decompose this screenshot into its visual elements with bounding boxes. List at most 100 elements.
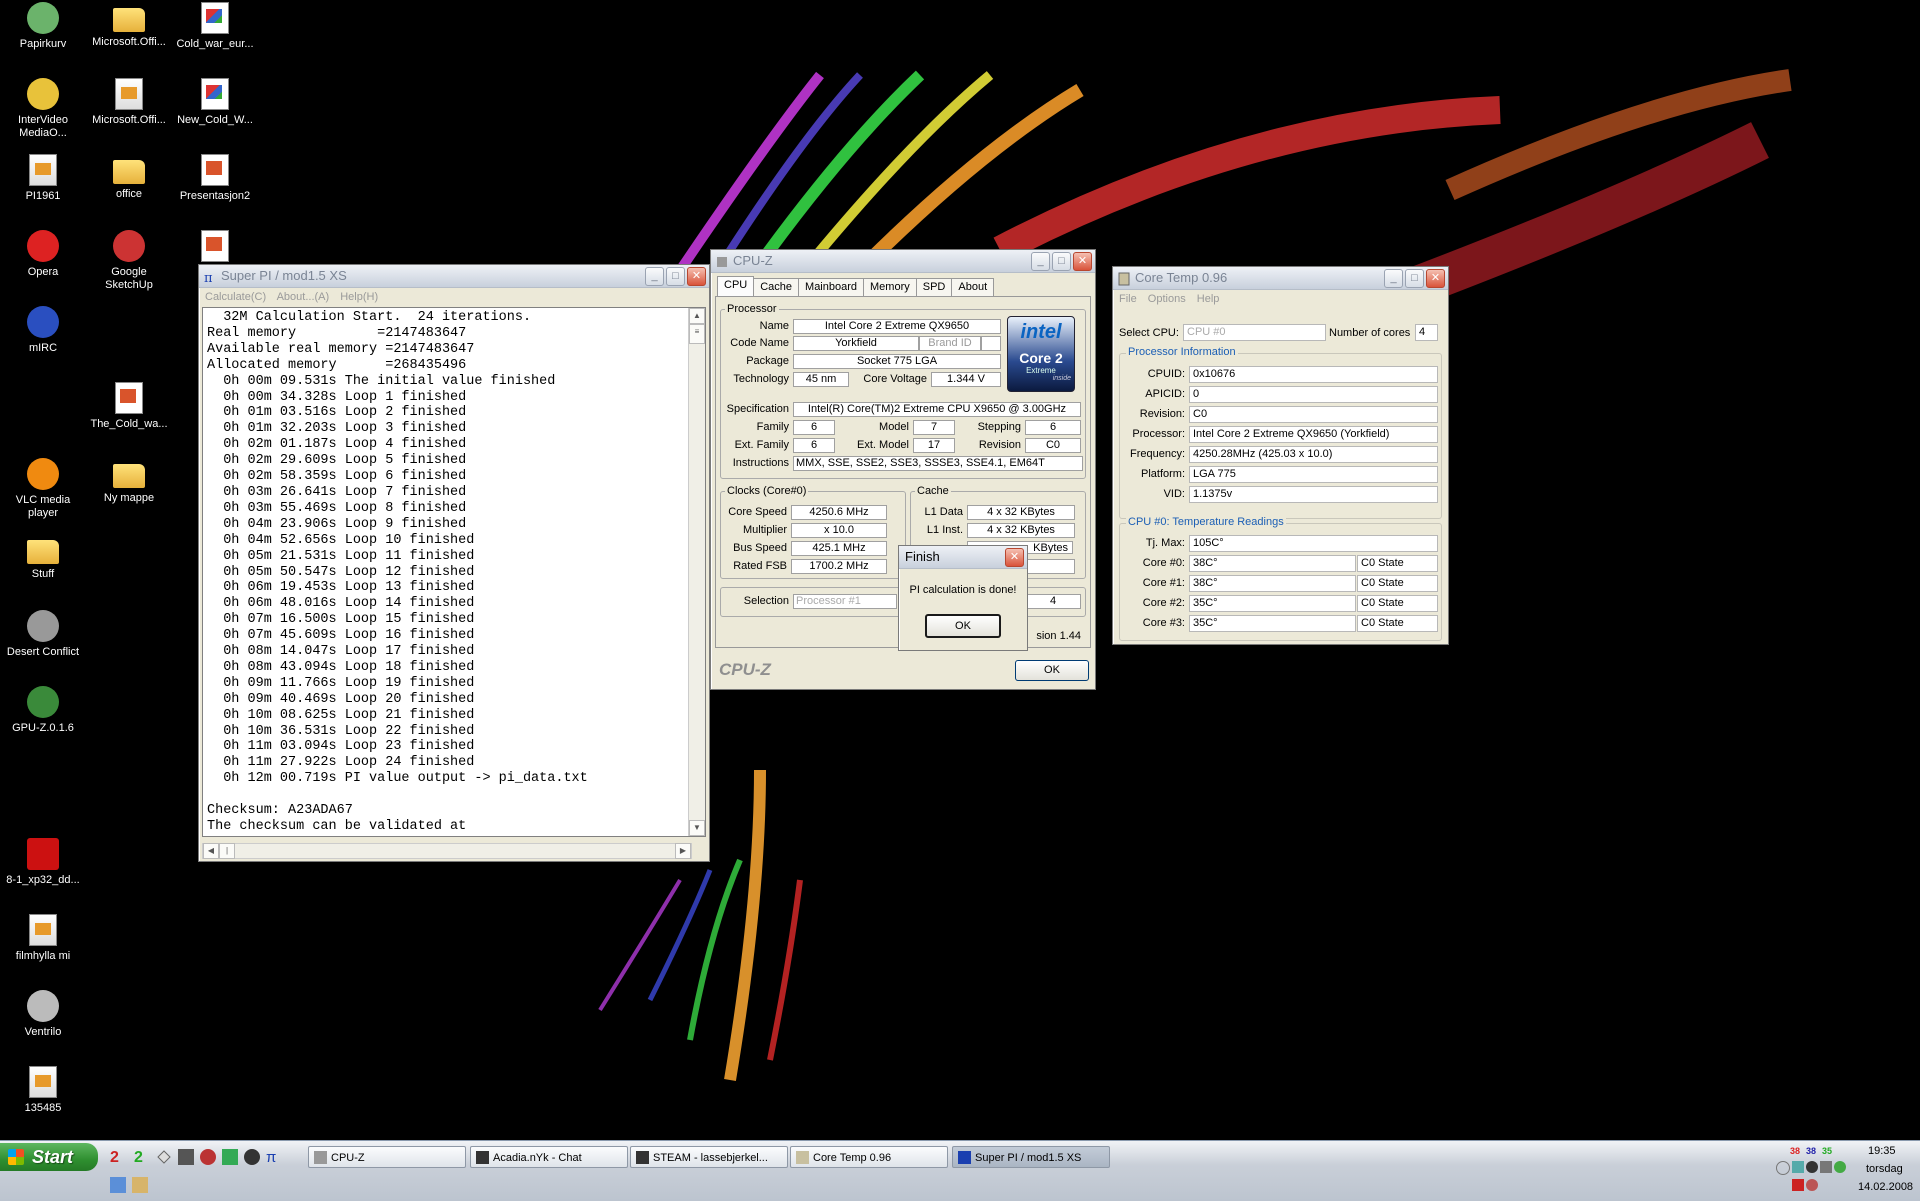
tray-volume-icon[interactable] xyxy=(1820,1161,1832,1173)
core-3-state: C0 State xyxy=(1357,615,1438,632)
taskbar-button[interactable]: Core Temp 0.96 xyxy=(790,1146,948,1168)
selectcpu-dropdown[interactable]: CPU #0 xyxy=(1183,324,1326,341)
minimize-button[interactable]: _ xyxy=(1031,252,1050,271)
name-label: Name xyxy=(759,320,789,332)
quicklaunch-red-icon[interactable] xyxy=(200,1149,216,1165)
superpi-output[interactable]: 32M Calculation Start. 24 iterations. Re… xyxy=(202,307,706,837)
desktop-icon[interactable]: VLC media player xyxy=(0,458,86,520)
tab-cpu[interactable]: CPU xyxy=(717,276,755,296)
tray-antivirus-icon[interactable] xyxy=(1792,1179,1804,1191)
cpuz-titlebar[interactable]: CPU-Z _ □ ✕ xyxy=(711,250,1095,273)
tray-expand-icon[interactable] xyxy=(1776,1161,1790,1175)
superpi-window[interactable]: π Super PI / mod1.5 XS _ □ ✕ Calculate(C… xyxy=(198,264,710,862)
coretemp-window[interactable]: Core Temp 0.96 _ □ ✕ File Options Help S… xyxy=(1112,266,1449,645)
quicklaunch-counter-green-icon[interactable]: 2 xyxy=(134,1149,150,1166)
taskbar-button[interactable]: CPU-Z xyxy=(308,1146,466,1168)
scroll-up-arrow[interactable]: ▲ xyxy=(689,308,705,324)
desktop-icon[interactable]: filmhylla mi xyxy=(0,914,86,963)
desktop-icon[interactable]: The_Cold_wa... xyxy=(86,382,172,431)
selection-dropdown[interactable]: Processor #1 xyxy=(793,594,897,609)
scroll-right-arrow[interactable]: ▶ xyxy=(675,843,691,859)
taskbar-button[interactable]: Super PI / mod1.5 XS xyxy=(952,1146,1110,1168)
scroll-down-arrow[interactable]: ▼ xyxy=(689,820,705,836)
clock-time[interactable]: 19:35 xyxy=(1868,1145,1896,1157)
tray-users-icon[interactable] xyxy=(1834,1161,1846,1173)
desktop-icon[interactable]: PI1961 xyxy=(0,154,86,203)
maximize-button[interactable]: □ xyxy=(666,267,685,286)
ok-button[interactable]: OK xyxy=(1015,660,1089,681)
close-button[interactable]: ✕ xyxy=(1005,548,1024,567)
tab-memory[interactable]: Memory xyxy=(863,278,917,296)
scroll-thumb-horizontal[interactable]: | xyxy=(219,843,235,859)
desktop-icon[interactable]: Microsoft.Offi... xyxy=(86,78,172,127)
maximize-button[interactable]: □ xyxy=(1405,269,1424,288)
desktop-icon[interactable]: GPU-Z.0.1.6 xyxy=(0,686,86,735)
superpi-titlebar[interactable]: π Super PI / mod1.5 XS _ □ ✕ xyxy=(199,265,709,288)
quicklaunch-diamond-icon[interactable] xyxy=(156,1149,172,1165)
desktop-icon[interactable]: Cold_war_eur... xyxy=(172,2,258,51)
menu-file[interactable]: File xyxy=(1119,293,1137,305)
desktop-icon[interactable]: Google SketchUp xyxy=(86,230,172,292)
close-button[interactable]: ✕ xyxy=(687,267,706,286)
tab-mainboard[interactable]: Mainboard xyxy=(798,278,865,296)
minimize-button[interactable]: _ xyxy=(645,267,664,286)
desktop-icon[interactable]: Ny mappe xyxy=(86,458,172,505)
menu-calculate[interactable]: Calculate(C) xyxy=(205,291,266,303)
quicklaunch-show-desktop-icon[interactable] xyxy=(110,1177,126,1193)
desktop-icon[interactable]: office xyxy=(86,154,172,201)
quicklaunch-explorer-icon[interactable] xyxy=(132,1177,148,1193)
taskbar-button[interactable]: STEAM - lassebjerkel... xyxy=(630,1146,788,1168)
desktop-icon[interactable]: Desert Conflict xyxy=(0,610,86,659)
desktop-icon[interactable]: Stuff xyxy=(0,534,86,581)
menu-help[interactable]: Help(H) xyxy=(340,291,378,303)
menu-help[interactable]: Help xyxy=(1197,293,1220,305)
coretemp-titlebar[interactable]: Core Temp 0.96 _ □ ✕ xyxy=(1113,267,1448,290)
powerpoint-icon xyxy=(115,382,143,414)
platform-label: Platform: xyxy=(1140,468,1185,480)
desktop-icon[interactable]: InterVideo MediaO... xyxy=(0,78,86,140)
desktop-icon[interactable]: New_Cold_W... xyxy=(172,78,258,127)
minimize-button[interactable]: _ xyxy=(1384,269,1403,288)
menu-about[interactable]: About...(A) xyxy=(277,291,330,303)
quicklaunch-counter-red-icon[interactable]: 2 xyxy=(110,1149,126,1166)
coretemp-menubar: File Options Help xyxy=(1113,290,1448,308)
desktop-icon[interactable]: Papirkurv xyxy=(0,2,86,51)
core-0-label: Core #0: xyxy=(1142,557,1185,569)
close-button[interactable]: ✕ xyxy=(1073,252,1092,271)
desktop-icon[interactable]: Microsoft.Offi... xyxy=(86,2,172,49)
desktop-icon[interactable]: 135485 xyxy=(0,1066,86,1115)
close-button[interactable]: ✕ xyxy=(1426,269,1445,288)
quicklaunch-film-icon[interactable] xyxy=(178,1149,194,1165)
clock-date[interactable]: 14.02.2008 xyxy=(1858,1181,1913,1193)
finish-titlebar[interactable]: Finish ✕ xyxy=(899,546,1027,569)
tab-spd[interactable]: SPD xyxy=(915,278,953,296)
quicklaunch-app-icon[interactable] xyxy=(222,1149,238,1165)
finish-ok-button[interactable]: OK xyxy=(925,614,1001,638)
tab-cache[interactable]: Cache xyxy=(753,278,800,296)
tjmax-value: 105C° xyxy=(1189,535,1438,552)
quicklaunch-steam-icon[interactable] xyxy=(244,1149,260,1165)
quicklaunch-superpi-icon[interactable]: π xyxy=(266,1149,282,1166)
tray-shield-icon[interactable] xyxy=(1806,1179,1818,1191)
vertical-scrollbar[interactable]: ▲ ≡ ▼ xyxy=(688,308,705,836)
maximize-button[interactable]: □ xyxy=(1052,252,1071,271)
tray-temp-core1[interactable]: 38 xyxy=(1806,1146,1816,1156)
tray-steam-icon[interactable] xyxy=(1806,1161,1818,1173)
menu-options[interactable]: Options xyxy=(1148,293,1186,305)
tray-network-icon[interactable] xyxy=(1792,1161,1804,1173)
finish-dialog[interactable]: Finish ✕ PI calculation is done! OK xyxy=(898,545,1028,651)
clock-day[interactable]: torsdag xyxy=(1866,1163,1903,1175)
start-button[interactable]: Start xyxy=(0,1143,98,1171)
desktop-icon[interactable]: Ventrilo xyxy=(0,990,86,1039)
tab-about[interactable]: About xyxy=(951,278,995,296)
desktop-icon[interactable]: 8-1_xp32_dd... xyxy=(0,838,86,887)
scroll-left-arrow[interactable]: ◀ xyxy=(203,843,219,859)
desktop-icon[interactable]: Presentasjon2 xyxy=(172,154,258,203)
tray-temp-core0[interactable]: 38 xyxy=(1790,1146,1800,1156)
scroll-thumb[interactable]: ≡ xyxy=(689,324,705,344)
desktop-icon[interactable]: Opera xyxy=(0,230,86,279)
horizontal-scrollbar[interactable]: ◀ | ▶ xyxy=(202,843,692,859)
desktop-icon[interactable]: mIRC xyxy=(0,306,86,355)
taskbar-button[interactable]: Acadia.nYk - Chat xyxy=(470,1146,628,1168)
tray-temp-core2[interactable]: 35 xyxy=(1822,1146,1832,1156)
